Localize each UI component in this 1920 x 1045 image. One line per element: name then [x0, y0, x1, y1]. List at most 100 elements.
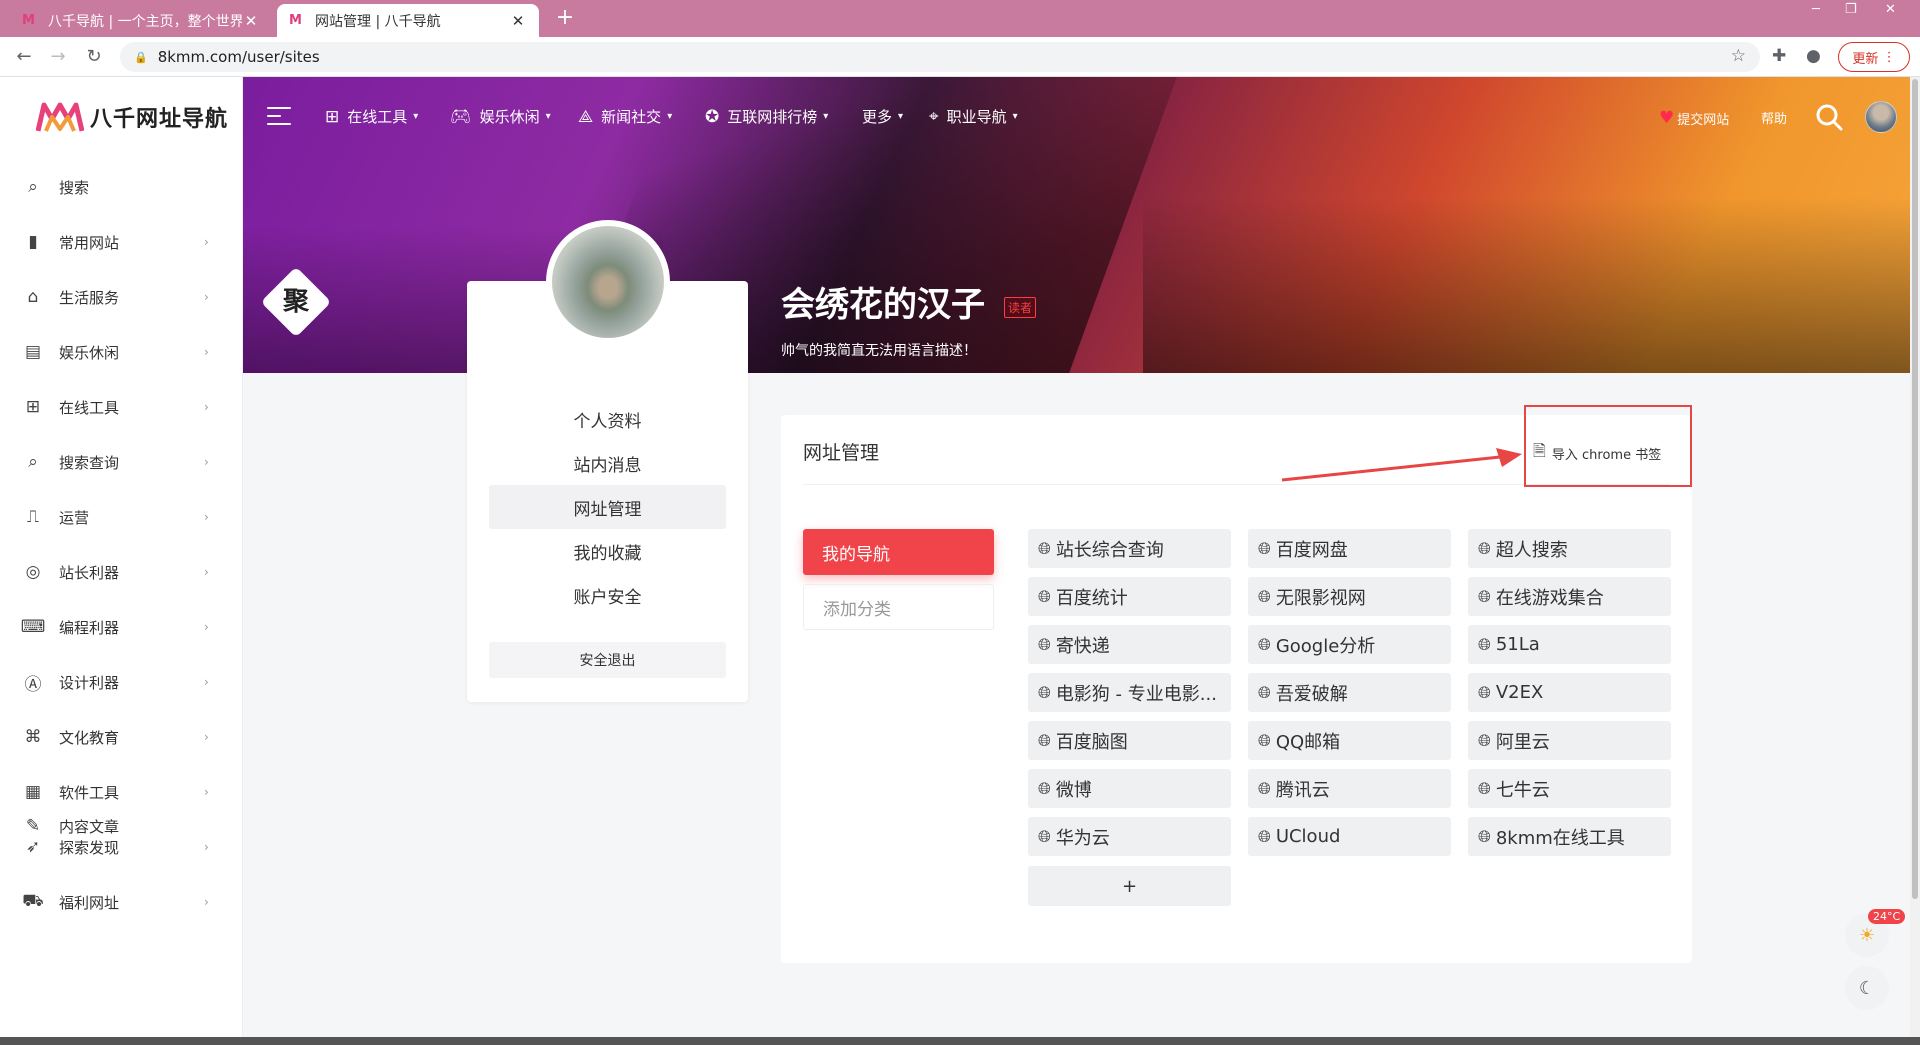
close-window-icon[interactable]: ✕ — [1885, 2, 1896, 17]
add-label: + — [1121, 875, 1138, 897]
help-link[interactable]: 帮助 — [1761, 108, 1787, 127]
sidebar-item[interactable]: ⊞ 在线工具 › — [0, 387, 243, 427]
import-chrome-bookmarks-button[interactable]: 🗎 导入 chrome 书签 — [1533, 440, 1661, 467]
menu-toggle-icon[interactable] — [267, 107, 291, 127]
site-logo[interactable]: 八千网址导航 — [36, 99, 228, 135]
nav-career[interactable]: ⌖ 职业导航 ▾ — [929, 106, 1018, 127]
site-link[interactable]: 🌐︎ 8kmm在线工具 — [1468, 817, 1671, 856]
bookmark-star-icon[interactable]: ☆ — [1731, 46, 1746, 66]
sidebar-item[interactable]: ◎ 站长利器 › — [0, 552, 243, 592]
add-category-button[interactable]: 添加分类 — [803, 584, 994, 630]
back-arrow-icon[interactable]: ← — [12, 45, 36, 69]
sidebar-item-label: 福利网址 — [59, 893, 120, 912]
sidebar-item[interactable]: ⎍ 运营 › — [0, 497, 243, 537]
sidebar-item[interactable]: ⛟ 福利网址 › — [0, 882, 243, 922]
site-link[interactable]: 🌐︎ UCloud — [1248, 817, 1451, 856]
scrollbar-thumb[interactable] — [1912, 79, 1918, 899]
restore-icon[interactable]: ❐ — [1845, 2, 1857, 17]
chevron-right-icon: › — [204, 895, 209, 909]
update-button[interactable]: 更新 ⋮ — [1838, 42, 1910, 72]
site-link[interactable]: 🌐︎ 站长综合查询 — [1028, 529, 1231, 568]
search-icon[interactable] — [1815, 103, 1843, 131]
profile-menu-item[interactable]: 我的收藏 — [489, 529, 726, 573]
sidebar-item[interactable]: ⌕ 搜索查询 › — [0, 442, 243, 482]
site-link[interactable]: 🌐︎ 超人搜索 — [1468, 529, 1671, 568]
site-link-label: QQ邮箱 — [1275, 731, 1341, 753]
site-link[interactable]: 🌐︎ 百度统计 — [1028, 577, 1231, 616]
site-link[interactable]: 🌐︎ 吾爱破解 — [1248, 673, 1451, 712]
chevron-right-icon: › — [204, 455, 209, 469]
sidebar-item[interactable]: ⌂ 生活服务 › — [0, 277, 243, 317]
import-label: 导入 chrome 书签 — [1551, 448, 1662, 463]
bookmark-icon: ▮ — [28, 232, 38, 252]
sidebar-item[interactable]: ▤ 娱乐休闲 › — [0, 332, 243, 372]
site-link[interactable]: 🌐︎ V2EX — [1468, 673, 1671, 712]
site-link[interactable]: 🌐︎ 在线游戏集合 — [1468, 577, 1671, 616]
new-tab-button[interactable]: + — [552, 6, 578, 32]
globe-icon: 🌐︎ — [1478, 682, 1491, 702]
nav-entertainment[interactable]: 🎮︎ 娱乐休闲 ▾ — [450, 106, 551, 127]
globe-icon: 🌐︎ — [1258, 538, 1271, 558]
sidebar-item[interactable]: ⌨ 编程利器 › — [0, 607, 243, 647]
add-site-button[interactable]: + — [1028, 866, 1231, 906]
site-link[interactable]: 🌐︎ 无限影视网 — [1248, 577, 1451, 616]
profile-menu-item[interactable]: 站内消息 — [489, 441, 726, 485]
sidebar-item-label: 常用网站 — [59, 233, 120, 252]
browser-tab-home[interactable]: M 八千导航 | 一个主页，整个世界 ✕ — [10, 4, 272, 37]
reload-icon[interactable]: ↻ — [82, 45, 106, 69]
site-link-label: 51La — [1495, 634, 1540, 655]
extensions-puzzle-icon[interactable]: ✚ — [1772, 46, 1786, 66]
minimize-icon[interactable]: ─ — [1812, 2, 1820, 17]
forward-arrow-icon[interactable]: → — [46, 45, 70, 69]
location-pin-icon: ⌖ — [929, 106, 939, 127]
sidebar-item[interactable]: ✎ 内容文章 — [0, 806, 243, 846]
sidebar-item[interactable]: Ⓐ 设计利器 › — [0, 662, 243, 702]
sidebar-item[interactable]: ⌕ 搜索 — [0, 167, 243, 207]
submit-site-link[interactable]: ♥ 提交网站 — [1659, 108, 1729, 128]
sidebar-item[interactable]: ▮ 常用网站 › — [0, 222, 243, 262]
page-scrollbar[interactable] — [1910, 77, 1920, 1045]
address-bar[interactable]: 🔒 8kmm.com/user/sites ☆ — [120, 42, 1760, 72]
logout-button[interactable]: 安全退出 — [489, 642, 726, 678]
logout-label: 安全退出 — [579, 653, 636, 669]
browser-tab-sites[interactable]: M 网站管理 | 八千导航 ✕ — [277, 4, 539, 37]
site-link[interactable]: 🌐︎ 微博 — [1028, 769, 1231, 808]
sidebar-item[interactable]: ⌘ 文化教育 › — [0, 717, 243, 757]
site-link[interactable]: 🌐︎ 华为云 — [1028, 817, 1231, 856]
user-avatar[interactable] — [1865, 101, 1897, 133]
profile-menu-label: 个人资料 — [573, 411, 642, 432]
site-link[interactable]: 🌐︎ 寄快递 — [1028, 625, 1231, 664]
profile-menu-item[interactable]: 网址管理 — [489, 485, 726, 529]
chevron-right-icon: › — [204, 400, 209, 414]
site-link[interactable]: 🌐︎ 百度脑图 — [1028, 721, 1231, 760]
nav-news-social[interactable]: ⟁ 新闻社交 ▾ — [578, 106, 672, 127]
site-link[interactable]: 🌐︎ 腾讯云 — [1248, 769, 1451, 808]
site-link-label: 百度脑图 — [1055, 731, 1128, 753]
site-link[interactable]: 🌐︎ 51La — [1468, 625, 1671, 664]
close-icon[interactable]: ✕ — [242, 12, 260, 30]
nav-online-tools[interactable]: ⊞ 在线工具 ▾ — [325, 106, 418, 127]
site-link-label: 阿里云 — [1495, 731, 1550, 753]
site-link[interactable]: 🌐︎ 电影狗 - 专业电影... — [1028, 673, 1231, 712]
profile-icon[interactable]: ● — [1806, 46, 1821, 66]
nav-rankings[interactable]: ✪ 互联网排行榜 ▾ — [705, 106, 828, 127]
chevron-right-icon: › — [204, 345, 209, 359]
nav-more[interactable]: 更多 ▾ — [862, 106, 903, 127]
sidebar: 八千网址导航 ⌕ 搜索 ▮ 常用网站 › ⌂ 生活服务 › ▤ 娱乐休闲 › ⊞ 在线工具 › ⌕ 搜索查询 ›… — [0, 77, 243, 1045]
profile-menu-item[interactable]: 账户安全 — [489, 573, 726, 617]
category-my-nav[interactable]: 我的导航 — [803, 529, 994, 575]
theme-toggle-button[interactable]: ☾ — [1845, 966, 1889, 1010]
sidebar-item-label: 生活服务 — [59, 288, 120, 307]
apps-icon: ▦ — [24, 782, 42, 802]
sidebar-item-label: 运营 — [59, 508, 90, 527]
profile-menu-label: 账户安全 — [573, 587, 642, 608]
site-link[interactable]: 🌐︎ Google分析 — [1248, 625, 1451, 664]
site-link[interactable]: 🌐︎ 七牛云 — [1468, 769, 1671, 808]
site-link[interactable]: 🌐︎ 阿里云 — [1468, 721, 1671, 760]
close-icon[interactable]: ✕ — [509, 12, 527, 30]
site-link[interactable]: 🌐︎ 百度网盘 — [1248, 529, 1451, 568]
site-link[interactable]: 🌐︎ QQ邮箱 — [1248, 721, 1451, 760]
profile-menu-label: 站内消息 — [573, 455, 642, 476]
profile-menu-item[interactable]: 个人资料 — [489, 397, 726, 441]
site-link-label: 华为云 — [1055, 827, 1110, 849]
